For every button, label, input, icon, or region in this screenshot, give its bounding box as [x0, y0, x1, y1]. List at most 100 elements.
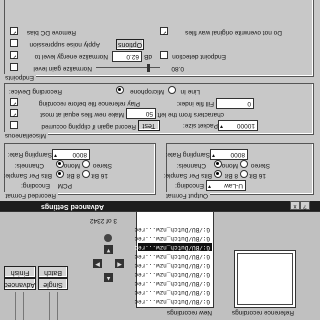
microphone-label: Microphone [130, 88, 164, 95]
output-bits-label: Bits Per Sample: [163, 172, 212, 179]
scroll-track-4 [15, 292, 16, 320]
at-most-input[interactable]: 50 [126, 108, 156, 119]
packet-size-select[interactable]: 10000 [218, 120, 258, 131]
recorded-mono-label: Mono [63, 162, 80, 169]
recorded-stereo-radio[interactable] [82, 160, 90, 168]
output-bits-8-radio[interactable] [214, 170, 222, 178]
recorded-rate-label: Sampling Rate: [7, 151, 52, 158]
packet-size-label: Packet size: [182, 122, 218, 129]
fill-index-label: Fill file index: [176, 100, 214, 107]
normalize-gain-value: 0.80 [171, 65, 184, 72]
single-button[interactable]: Single [38, 278, 68, 290]
output-stereo-label: Stereo [250, 162, 270, 169]
new-recording-row[interactable]: G:/BU/Dutch_nzw...rec [134, 234, 210, 242]
record-circle-icon[interactable] [104, 234, 112, 242]
normalize-gain-slider[interactable] [96, 67, 160, 68]
dialog-titlebar: Advanced Settings ? x [0, 201, 320, 211]
new-recording-row[interactable]: G:/BU/Dutch_nzw...rec [134, 261, 210, 269]
line-in-label: Line In [180, 88, 200, 95]
recorded-bits-label: Bits Per Sample: [3, 172, 52, 179]
at-most-label: Make new files equal at most [40, 111, 124, 118]
do-not-overwrite-check[interactable] [160, 27, 168, 35]
normalize-gain-check[interactable] [10, 63, 18, 71]
endpoint-detection-check[interactable] [160, 51, 168, 59]
apply-noise-label: Apply noise suppression [29, 41, 100, 48]
advanced-button[interactable]: Advanced [4, 278, 36, 290]
scroll-track-1 [57, 292, 58, 320]
normalize-energy-label: Normalize energy level to [34, 53, 108, 60]
position-counter: 3 of 2342 [89, 217, 117, 224]
output-channels-label: Channels: [176, 162, 206, 169]
apply-noise-check[interactable] [10, 39, 18, 47]
recorded-bits-8-label: 8 Bit [66, 172, 80, 179]
nav-up-arrow-icon[interactable]: ▲ [104, 273, 113, 282]
advanced-settings-dialog: Advanced Settings ? x Output Format Enco… [0, 0, 320, 212]
line-in-radio[interactable] [168, 86, 176, 94]
output-encoding-select[interactable]: U-Law [206, 180, 246, 191]
recorded-encoding-value: PCM [57, 182, 72, 189]
recorded-stereo-label: Stereo [92, 162, 112, 169]
new-recording-row[interactable]: G:/BU/Dutch_nzw...rec [134, 279, 210, 287]
new-recording-row[interactable]: G:/BU/Dutch_nzw...rec [134, 243, 212, 251]
characters-label: characters from the left [157, 111, 224, 118]
flipped-canvas: Reference recordings New recordings G:/B… [0, 0, 320, 320]
normalize-energy-check[interactable] [10, 51, 18, 59]
output-format-label: Output Format [164, 192, 210, 199]
new-recording-row[interactable]: G:/BU/Dutch_nzw...rec [134, 252, 210, 260]
remove-dc-label: Remove DC bias [26, 29, 76, 36]
reference-list[interactable] [234, 250, 296, 308]
do-not-overwrite-label: Do not overwrite original wav files [185, 29, 282, 36]
nav-down-arrow-icon[interactable]: ▼ [104, 245, 113, 254]
help-button[interactable]: ? [300, 201, 310, 210]
new-recordings-list[interactable]: G:/BU/Dutch_nzw...rec G:/BU/Dutch_nzw...r… [134, 210, 214, 308]
normalize-gain-label: Normalize gain level [33, 65, 92, 72]
miscellaneous-label: Miscellaneous [2, 132, 48, 139]
output-mono-label: Mono [221, 162, 238, 169]
screen: Reference recordings New recordings G:/B… [0, 0, 320, 320]
remove-dc-check[interactable] [10, 27, 18, 35]
fill-index-input[interactable]: 0 [216, 98, 254, 109]
recorded-rate-select[interactable]: 8000 [52, 149, 90, 160]
at-most-check[interactable] [10, 109, 18, 117]
new-recording-row[interactable]: G:/BU/Dutch_nzw...rec [134, 225, 210, 233]
batch-button[interactable]: Batch [38, 266, 68, 278]
options-button[interactable]: Options [116, 39, 144, 50]
output-stereo-radio[interactable] [240, 160, 248, 168]
recorded-bits-16-radio[interactable] [82, 170, 90, 178]
db-unit-label: dB [144, 53, 152, 60]
close-button[interactable]: x [290, 201, 300, 210]
nav-right-arrow-icon[interactable]: ▶ [93, 259, 102, 268]
normalize-gain-thumb[interactable] [147, 64, 150, 72]
recorded-bits-8-radio[interactable] [56, 170, 64, 178]
recording-device-label: Recording Device: [8, 88, 62, 95]
nav-left-arrow-icon[interactable]: ◀ [115, 259, 124, 268]
output-rate-label: Sampling Rate: [165, 151, 210, 158]
play-reference-label: Play reference file before recording [38, 100, 140, 107]
reference-list-inner [237, 253, 293, 305]
test-button[interactable]: Test [138, 120, 160, 131]
output-bits-16-radio[interactable] [240, 170, 248, 178]
recorded-bits-16-label: 16 Bit [91, 172, 108, 179]
output-bits-16-label: 16 Bit [249, 172, 266, 179]
output-rate-select[interactable]: 8000 [210, 149, 248, 160]
new-recording-row[interactable]: G:/BU/Dutch_nzw...rec [134, 270, 210, 278]
scroll-track-2 [49, 292, 50, 320]
clipping-check[interactable] [10, 121, 18, 129]
new-recordings-label: New recordings [166, 309, 212, 316]
dialog-title: Advanced Settings [40, 203, 104, 210]
normalize-energy-input[interactable]: 62.0 [112, 51, 142, 62]
new-recording-row[interactable]: G:/BU/Dutch_nzw...rec [134, 288, 210, 296]
endpoints-label: Endpoints [3, 74, 36, 81]
recorded-format-label: Recorded Format [3, 192, 58, 199]
microphone-radio[interactable] [116, 86, 124, 94]
output-encoding-label: Encoding: [175, 182, 204, 189]
endpoint-detection-label: Endpoint detection [172, 53, 226, 60]
recorded-encoding-label: Encoding: [21, 182, 50, 189]
play-reference-check[interactable] [10, 98, 18, 106]
finish-button[interactable]: Finish [4, 266, 36, 278]
reference-label: Reference recordings [231, 309, 294, 316]
output-bits-8-label: 8 Bit [224, 172, 238, 179]
scroll-track-3 [23, 292, 24, 320]
new-recording-row[interactable]: G:/BU/Dutch_nzw...rec [134, 297, 210, 305]
recorder-window: Reference recordings New recordings G:/B… [0, 208, 320, 320]
